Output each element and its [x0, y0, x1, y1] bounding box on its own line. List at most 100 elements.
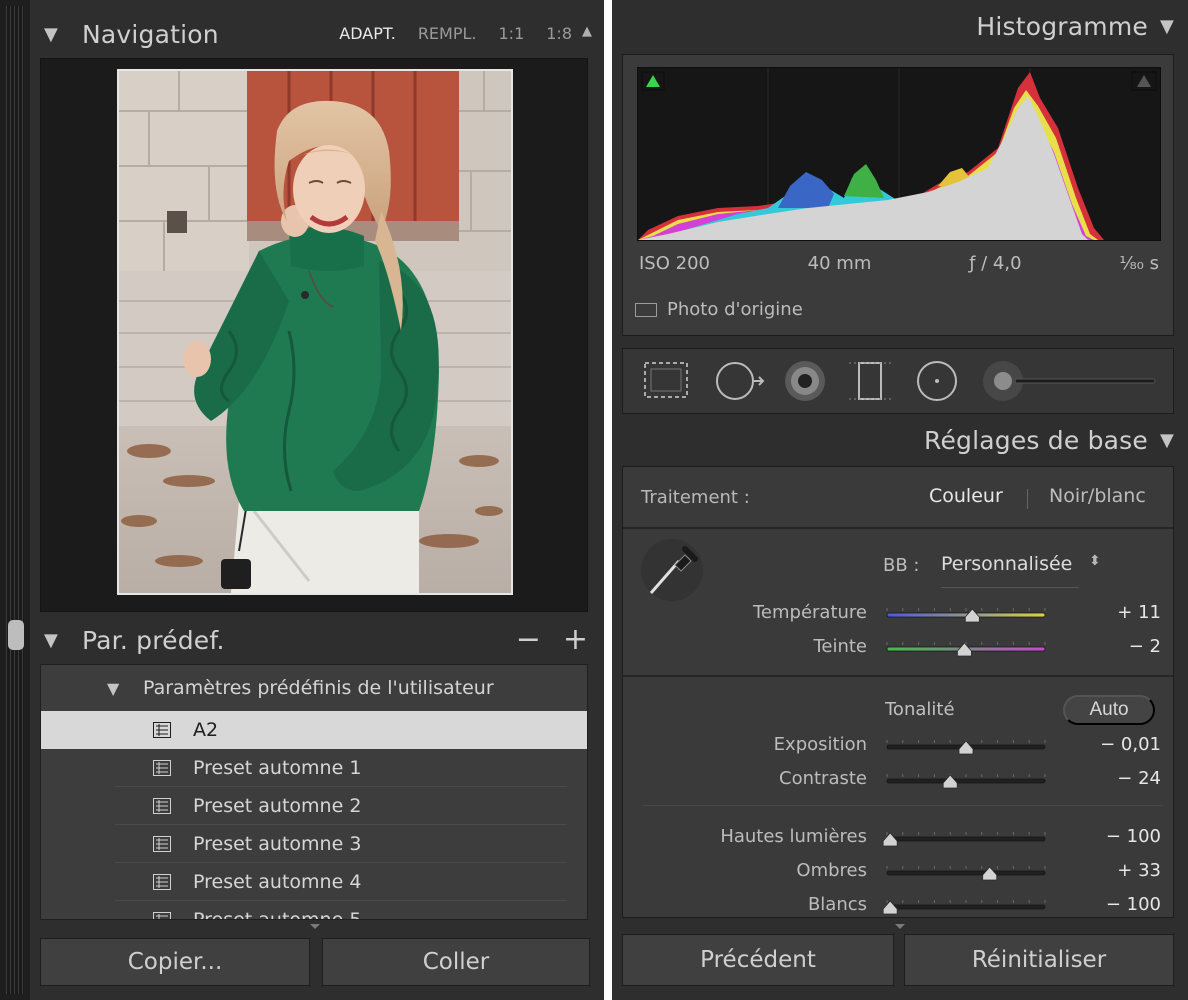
slider-contraste[interactable]: Contraste − 24: [623, 765, 1173, 795]
zoom-1-1[interactable]: 1:1: [499, 24, 525, 43]
slider-track[interactable]: [881, 857, 1051, 887]
histogram-header[interactable]: Histogramme ▼: [976, 12, 1178, 41]
section-divider: [643, 805, 1163, 806]
treatment-color-option[interactable]: Couleur: [929, 485, 1003, 507]
basic-settings-header[interactable]: Réglages de base ▼: [924, 426, 1178, 455]
white-balance-label: BB :: [883, 555, 920, 576]
tone-label: Tonalité: [885, 699, 955, 720]
panel-end-marker-icon: [310, 924, 320, 929]
preset-label: Preset automne 4: [193, 871, 362, 893]
slider-thumb: [964, 608, 980, 623]
exif-focal-length: 40 mm: [807, 253, 872, 274]
preset-list-icon: [153, 722, 171, 738]
collapse-triangle-icon[interactable]: ▼: [44, 630, 62, 651]
treatment-bw-option[interactable]: Noir/blanc: [1049, 485, 1146, 507]
remove-preset-button[interactable]: −: [516, 622, 541, 657]
slider-track[interactable]: [881, 599, 1051, 629]
slider-hautes-lumi-res[interactable]: Hautes lumières − 100: [623, 823, 1173, 853]
slider-value[interactable]: + 11: [1117, 602, 1161, 623]
slider-track[interactable]: [881, 823, 1051, 853]
red-eye-tool-icon[interactable]: [785, 361, 825, 401]
slider-ombres[interactable]: Ombres + 33: [623, 857, 1173, 887]
zoom-stepper-icon[interactable]: ▲: [582, 24, 592, 43]
preset-list-icon: [153, 874, 171, 890]
collapse-triangle-icon[interactable]: ▼: [44, 24, 62, 45]
zoom-options: ADAPT. REMPL. 1:1 1:8 ▲: [339, 24, 592, 43]
preset-item-automne-4[interactable]: Preset automne 4: [41, 863, 587, 901]
navigator-title: Navigation: [82, 19, 219, 49]
slider-value[interactable]: + 33: [1117, 860, 1161, 881]
slider-track[interactable]: [881, 633, 1051, 663]
spot-removal-tool-icon[interactable]: [716, 362, 765, 400]
exif-aperture: ƒ / 4,0: [969, 253, 1022, 274]
white-balance-select[interactable]: Personnalisée: [941, 553, 1072, 575]
slider-thumb: [958, 740, 974, 755]
zoom-1-8[interactable]: 1:8: [546, 24, 572, 43]
original-photo-checkbox[interactable]: [635, 302, 657, 317]
slider-blancs[interactable]: Blancs − 100: [623, 891, 1173, 918]
auto-tone-button[interactable]: Auto: [1063, 695, 1155, 725]
presets-list: ▼ Paramètres prédéfinis de l'utilisateur…: [40, 664, 588, 920]
slider-teinte[interactable]: Teinte − 2: [623, 633, 1173, 663]
graduated-filter-tool-icon[interactable]: [849, 362, 891, 400]
preset-item-automne-5[interactable]: Preset automne 5: [41, 901, 587, 920]
slider-thumb: [882, 832, 898, 847]
left-panel: ▼ Navigation ADAPT. REMPL. 1:1 1:8 ▲ ▼ P…: [0, 0, 604, 1000]
slider-value[interactable]: − 24: [1117, 768, 1161, 789]
zoom-fit[interactable]: ADAPT.: [339, 24, 396, 43]
collapse-triangle-icon[interactable]: ▼: [1160, 430, 1178, 451]
left-pane: ▼ Navigation ADAPT. REMPL. 1:1 1:8 ▲ ▼ P…: [30, 0, 604, 1000]
original-photo-toggle[interactable]: Photo d'origine: [635, 299, 803, 320]
preset-label: Preset automne 3: [193, 833, 362, 855]
preset-list-icon: [153, 836, 171, 852]
adjustment-brush-tool-icon[interactable]: [983, 361, 1156, 401]
slider-value[interactable]: − 100: [1106, 894, 1161, 915]
exif-info: ISO 200 40 mm ƒ / 4,0 ¹⁄₈₀ s: [639, 253, 1159, 274]
preset-item-automne-2[interactable]: Preset automne 2: [41, 787, 587, 825]
slider-thumb: [957, 642, 972, 657]
zoom-fill[interactable]: REMPL.: [418, 24, 477, 43]
preset-folder-user[interactable]: ▼ Paramètres prédéfinis de l'utilisateur: [41, 665, 587, 711]
crop-tool-icon[interactable]: [644, 362, 688, 398]
basic-settings-panel: Traitement : Couleur Noir/blanc BB : Per…: [622, 466, 1174, 918]
slider-temp-rature[interactable]: Température + 11: [623, 599, 1173, 629]
presets-header[interactable]: ▼ Par. prédef. − +: [44, 622, 594, 658]
collapse-triangle-icon[interactable]: ▼: [1160, 16, 1178, 37]
slider-label: Hautes lumières: [720, 826, 867, 847]
slider-value[interactable]: − 2: [1129, 636, 1161, 657]
white-balance-eyedropper-icon[interactable]: [641, 539, 703, 601]
navigator-header[interactable]: ▼ Navigation ADAPT. REMPL. 1:1 1:8 ▲: [44, 16, 594, 52]
slider-label: Blancs: [807, 894, 867, 915]
preset-buttons: − +: [516, 622, 588, 657]
slider-track[interactable]: [881, 891, 1051, 918]
reset-settings-button[interactable]: Réinitialiser: [904, 934, 1174, 986]
add-preset-button[interactable]: +: [563, 622, 588, 657]
preset-label: Preset automne 5: [193, 909, 362, 920]
histogram-panel: ISO 200 40 mm ƒ / 4,0 ¹⁄₈₀ s Photo d'ori…: [622, 54, 1174, 336]
section-divider: [623, 527, 1173, 529]
slider-thumb: [982, 866, 998, 881]
slider-track[interactable]: [881, 731, 1051, 761]
preset-item-automne-1[interactable]: Preset automne 1: [41, 749, 587, 787]
copy-settings-button[interactable]: Copier...: [40, 938, 310, 986]
folder-expand-triangle-icon[interactable]: ▼: [107, 679, 125, 698]
slider-label: Exposition: [773, 734, 867, 755]
slider-track[interactable]: [881, 765, 1051, 795]
preset-folder-label: Paramètres prédéfinis de l'utilisateur: [143, 677, 494, 699]
original-photo-label: Photo d'origine: [667, 299, 803, 320]
histogram-graph[interactable]: [637, 67, 1161, 241]
preset-item-automne-3[interactable]: Preset automne 3: [41, 825, 587, 863]
paste-settings-button[interactable]: Coller: [322, 938, 590, 986]
exif-iso: ISO 200: [639, 253, 710, 274]
previous-settings-button[interactable]: Précédent: [622, 934, 894, 986]
slider-exposition[interactable]: Exposition − 0,01: [623, 731, 1173, 761]
navigator-preview[interactable]: [40, 58, 588, 612]
slider-label: Contraste: [779, 768, 867, 789]
slider-value[interactable]: − 100: [1106, 826, 1161, 847]
panel-collapse-handle[interactable]: [8, 620, 24, 650]
preset-item-a2[interactable]: A2: [41, 711, 587, 749]
radial-filter-tool-icon[interactable]: [917, 361, 957, 401]
slider-value[interactable]: − 0,01: [1100, 734, 1161, 755]
white-balance-stepper-icon[interactable]: ⬍: [1089, 553, 1101, 569]
presets-title: Par. prédef.: [82, 625, 225, 655]
